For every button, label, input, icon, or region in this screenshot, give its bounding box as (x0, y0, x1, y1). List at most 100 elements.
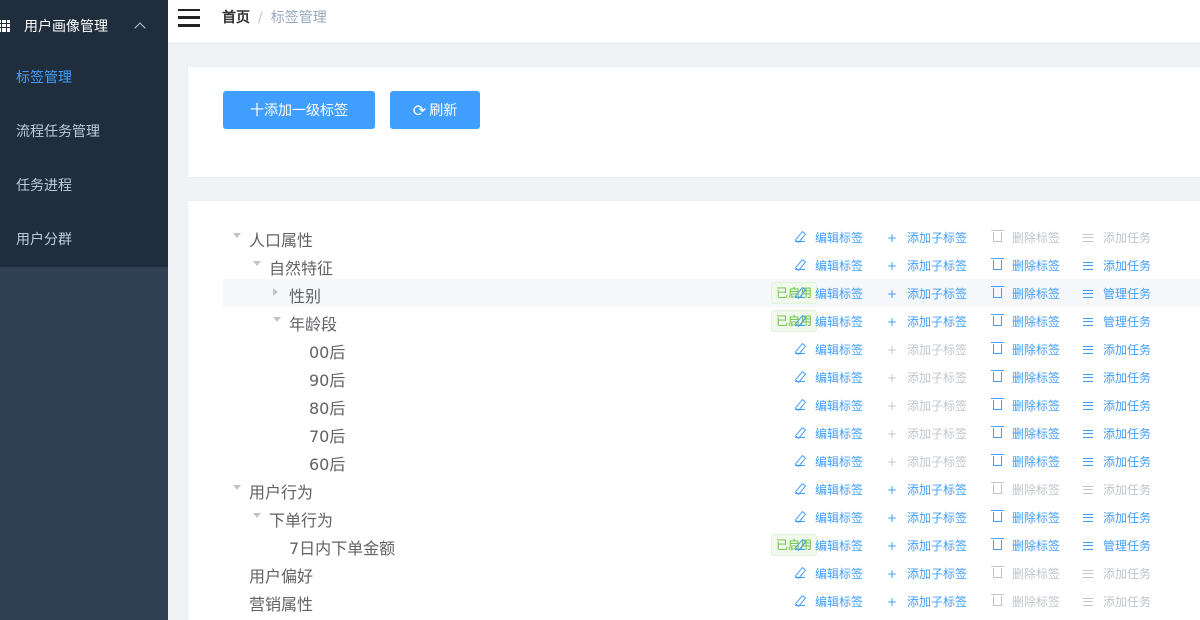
tree-node[interactable]: 60后 编辑标签 + 添加子标签 删除标签 添加任务 (223, 447, 1200, 475)
edit-tag-button[interactable]: 编辑标签 (793, 481, 863, 498)
tree-node[interactable]: 下单行为 编辑标签 + 添加子标签 删除标签 添加任务 (223, 503, 1200, 531)
tree-node[interactable]: 80后 编辑标签 + 添加子标签 删除标签 添加任务 (223, 391, 1200, 419)
edit-icon (793, 455, 807, 469)
tree-node[interactable]: 自然特征 编辑标签 + 添加子标签 删除标签 添加任务 (223, 251, 1200, 279)
edit-tag-button[interactable]: 编辑标签 (793, 565, 863, 582)
caret-down-icon[interactable] (273, 317, 281, 322)
tree-node[interactable]: 00后 编辑标签 + 添加子标签 删除标签 添加任务 (223, 335, 1200, 363)
list-icon (1081, 567, 1095, 581)
add-top-level-tag-button[interactable]: 十添加一级标签 (223, 91, 375, 129)
add-task-button[interactable]: 添加任务 (1081, 397, 1151, 414)
edit-tag-button[interactable]: 编辑标签 (793, 425, 863, 442)
delete-tag-button[interactable]: 删除标签 (990, 397, 1060, 414)
caret-right-icon[interactable] (273, 288, 278, 296)
tree-node[interactable]: 90后 编辑标签 + 添加子标签 删除标签 添加任务 (223, 363, 1200, 391)
plus-icon: + (886, 342, 898, 357)
trash-icon (990, 258, 1004, 273)
tree-node-label: 自然特征 (269, 259, 334, 278)
edit-tag-button[interactable]: 编辑标签 (793, 509, 863, 526)
add-task-button[interactable]: 添加任务 (1081, 341, 1151, 358)
topbar: 首页 / 标签管理 (168, 0, 1200, 44)
trash-icon (990, 594, 1004, 609)
delete-tag-button[interactable]: 删除标签 (990, 425, 1060, 442)
tree-node[interactable]: 7日内下单金额 已启用 编辑标签 + 添加子标签 删除标签 管理任务 (223, 531, 1200, 559)
list-icon (1081, 427, 1095, 441)
edit-tag-button[interactable]: 编辑标签 (793, 537, 863, 554)
delete-tag-button[interactable]: 删除标签 (990, 369, 1060, 386)
edit-tag-button-label: 编辑标签 (815, 259, 864, 273)
caret-down-icon[interactable] (253, 513, 261, 518)
manage-task-button[interactable]: 管理任务 (1081, 313, 1151, 330)
add-child-tag-button[interactable]: + 添加子标签 (885, 565, 967, 582)
add-child-tag-button[interactable]: + 添加子标签 (885, 229, 967, 246)
add-child-tag-button[interactable]: + 添加子标签 (885, 481, 967, 498)
add-child-tag-button[interactable]: + 添加子标签 (885, 285, 967, 302)
delete-tag-button-label: 删除标签 (1012, 399, 1061, 413)
chevron-up-icon (134, 21, 146, 34)
edit-tag-button[interactable]: 编辑标签 (793, 397, 863, 414)
add-task-button[interactable]: 添加任务 (1081, 509, 1151, 526)
tree-node[interactable]: 性别 已启用 编辑标签 + 添加子标签 删除标签 管理任务 (223, 279, 1200, 307)
list-icon (1081, 343, 1095, 357)
list-icon (1081, 231, 1095, 245)
edit-tag-button[interactable]: 编辑标签 (793, 229, 863, 246)
edit-tag-button[interactable]: 编辑标签 (793, 257, 863, 274)
delete-tag-button-label: 删除标签 (1012, 343, 1061, 357)
delete-tag-button[interactable]: 删除标签 (990, 341, 1060, 358)
edit-tag-button[interactable]: 编辑标签 (793, 313, 863, 330)
edit-tag-button-label: 编辑标签 (815, 595, 864, 609)
edit-icon (793, 483, 807, 497)
menu-header-user-profile[interactable]: 用户画像管理 (0, 0, 168, 51)
trash-icon (990, 370, 1004, 385)
tree-node[interactable]: 用户偏好 编辑标签 + 添加子标签 删除标签 添加任务 (223, 559, 1200, 587)
refresh-icon: ⟳ (412, 100, 427, 120)
add-task-button[interactable]: 添加任务 (1081, 257, 1151, 274)
edit-tag-button[interactable]: 编辑标签 (793, 285, 863, 302)
delete-tag-button[interactable]: 删除标签 (990, 453, 1060, 470)
delete-tag-button[interactable]: 删除标签 (990, 313, 1060, 330)
edit-tag-button-label: 编辑标签 (815, 567, 864, 581)
add-task-button-label: 添加任务 (1103, 595, 1152, 609)
delete-tag-button[interactable]: 删除标签 (990, 257, 1060, 274)
add-child-tag-button[interactable]: + 添加子标签 (885, 593, 967, 610)
add-child-tag-button[interactable]: + 添加子标签 (885, 257, 967, 274)
caret-down-icon[interactable] (233, 485, 241, 490)
breadcrumb-home[interactable]: 首页 (222, 10, 250, 26)
add-task-button[interactable]: 添加任务 (1081, 453, 1151, 470)
hamburger-icon[interactable] (178, 8, 200, 27)
tag-tree-card: 人口属性 编辑标签 + 添加子标签 删除标签 添加任务 自然特征 编辑标签 + 添加子标签 删除标签… (187, 200, 1200, 620)
delete-tag-button: 删除标签 (990, 229, 1060, 246)
sidebar-item-process-task[interactable]: 流程任务管理 (0, 105, 168, 159)
add-task-button-label: 添加任务 (1103, 399, 1152, 413)
add-child-tag-button[interactable]: + 添加子标签 (885, 313, 967, 330)
caret-down-icon[interactable] (253, 261, 261, 266)
edit-tag-button[interactable]: 编辑标签 (793, 593, 863, 610)
tree-node[interactable]: 营销属性 编辑标签 + 添加子标签 删除标签 添加任务 (223, 587, 1200, 615)
tree-node[interactable]: 70后 编辑标签 + 添加子标签 删除标签 添加任务 (223, 419, 1200, 447)
edit-tag-button[interactable]: 编辑标签 (793, 369, 863, 386)
caret-down-icon[interactable] (233, 233, 241, 238)
manage-task-button[interactable]: 管理任务 (1081, 537, 1151, 554)
add-task-button-label: 添加任务 (1103, 259, 1152, 273)
refresh-button[interactable]: ⟳ 刷新 (390, 91, 480, 129)
manage-task-button[interactable]: 管理任务 (1081, 285, 1151, 302)
tree-node[interactable]: 人口属性 编辑标签 + 添加子标签 删除标签 添加任务 (223, 223, 1200, 251)
tree-node[interactable]: 用户行为 编辑标签 + 添加子标签 删除标签 添加任务 (223, 475, 1200, 503)
sidebar-item-user-segment[interactable]: 用户分群 (0, 213, 168, 267)
edit-tag-button[interactable]: 编辑标签 (793, 453, 863, 470)
add-child-tag-button-label: 添加子标签 (907, 343, 968, 357)
breadcrumb-current: 标签管理 (270, 9, 327, 26)
add-task-button[interactable]: 添加任务 (1081, 369, 1151, 386)
add-child-tag-button[interactable]: + 添加子标签 (885, 537, 967, 554)
add-child-tag-button[interactable]: + 添加子标签 (885, 509, 967, 526)
edit-tag-button[interactable]: 编辑标签 (793, 341, 863, 358)
plus-icon: + (886, 566, 898, 581)
sidebar-item-tag-management[interactable]: 标签管理 (0, 51, 168, 105)
delete-tag-button[interactable]: 删除标签 (990, 285, 1060, 302)
add-child-tag-button: + 添加子标签 (885, 453, 967, 470)
sidebar-item-task-progress[interactable]: 任务进程 (0, 159, 168, 213)
add-task-button[interactable]: 添加任务 (1081, 425, 1151, 442)
delete-tag-button[interactable]: 删除标签 (990, 509, 1060, 526)
delete-tag-button[interactable]: 删除标签 (990, 537, 1060, 554)
tree-node[interactable]: 年龄段 已启用 编辑标签 + 添加子标签 删除标签 管理任务 (223, 307, 1200, 335)
